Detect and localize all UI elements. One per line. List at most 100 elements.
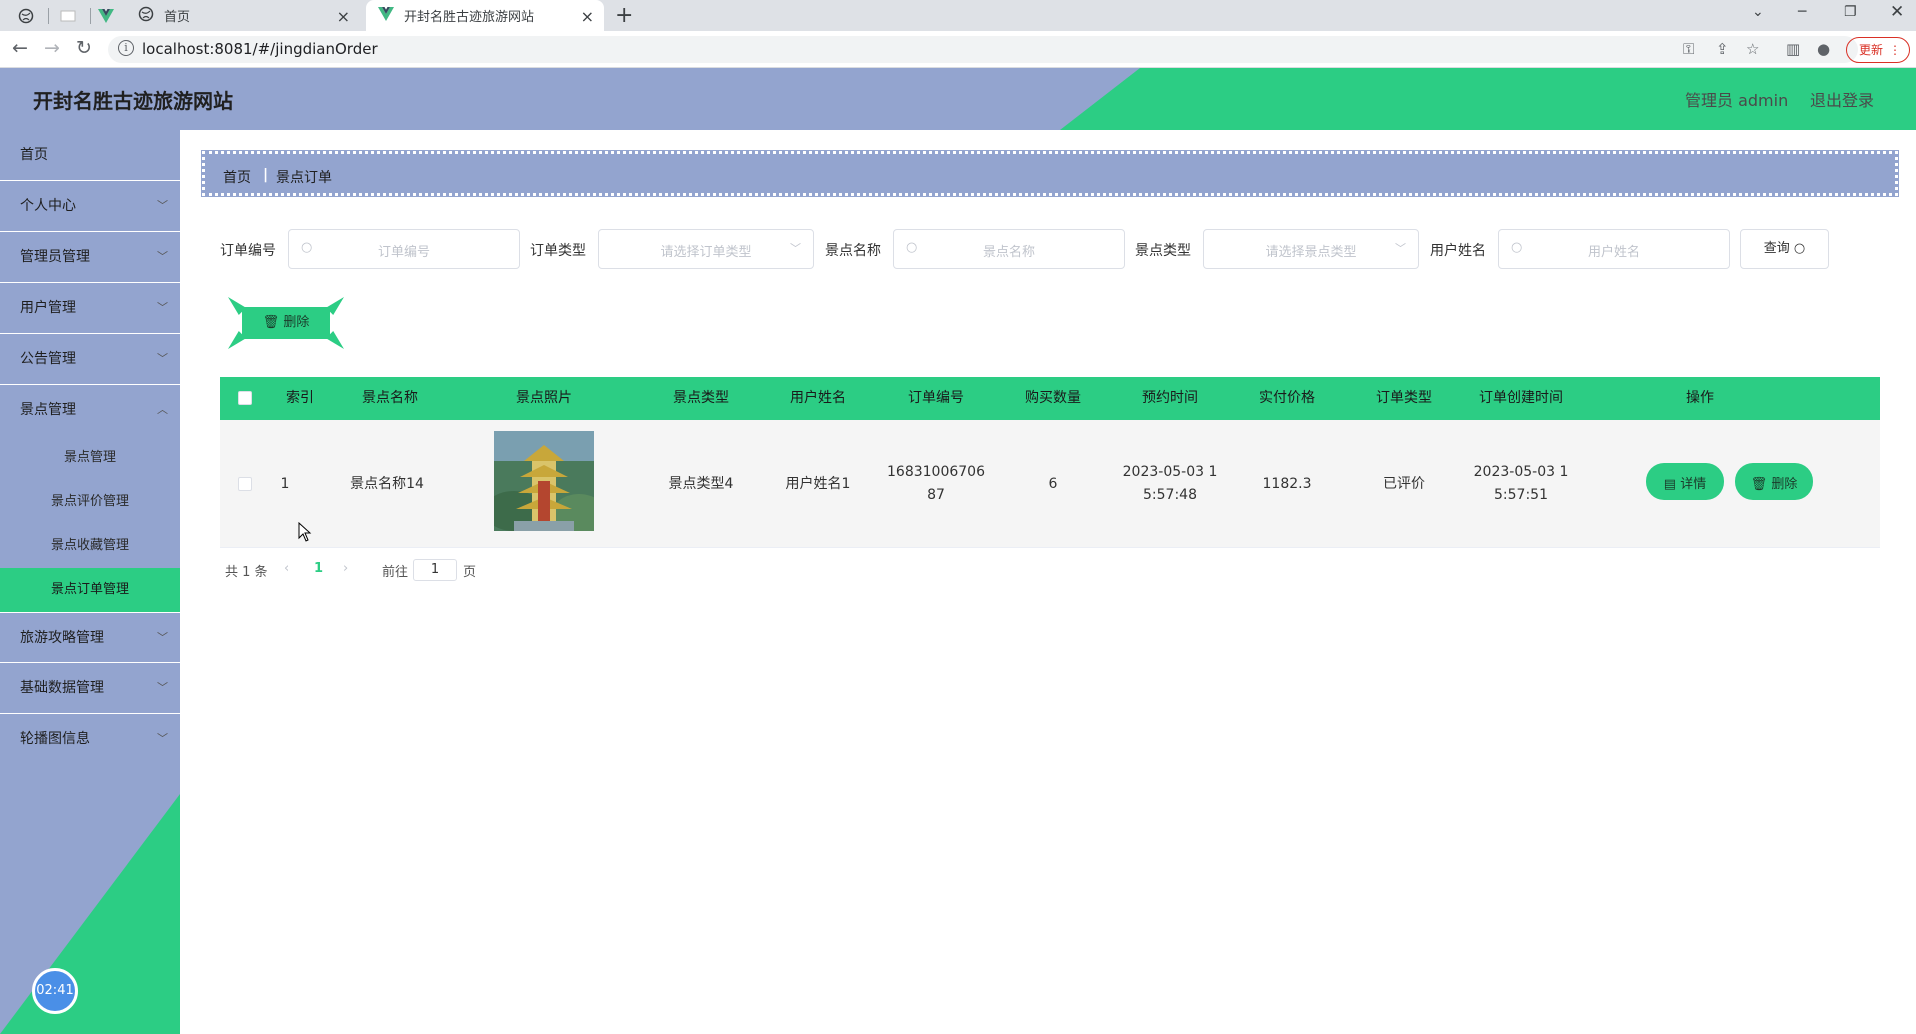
query-button[interactable]: 查询 ○ [1740,229,1829,269]
forward-icon[interactable]: → [44,37,60,59]
trash-icon: 🗑 [262,315,280,330]
spot-name-input[interactable]: ○ 景点名称 [893,229,1125,269]
globe-icon[interactable] [10,4,42,28]
chevron-down-icon: ﹀ [157,681,168,694]
info-icon[interactable]: i [118,40,134,56]
col-actions: 操作 [1686,390,1714,406]
window-close-icon[interactable]: ✕ [1890,2,1904,22]
chevron-down-icon: ﹀ [157,250,168,263]
site-title: 开封名胜古迹旅游网站 [33,89,233,113]
key-icon[interactable]: ⚿ [1683,40,1694,58]
table-header: 索引 景点名称 景点照片 景点类型 用户姓名 订单编号 购买数量 预约时间 实付… [220,377,1880,420]
reload-icon[interactable]: ↻ [76,37,92,59]
prev-page-icon[interactable]: ‹ [284,561,289,576]
vue-icon[interactable] [90,4,122,28]
select-all-checkbox[interactable] [238,391,252,405]
chevron-down-icon: ﹀ [790,242,801,255]
tab-search-icon[interactable]: ⌄ [1752,4,1764,20]
close-icon[interactable]: × [581,7,594,26]
minimize-icon[interactable]: ─ [1798,4,1806,20]
spot-photo [494,431,594,531]
more-icon: ⋮ [1889,43,1901,57]
detail-label: 详情 [1680,477,1707,492]
table-row: 1 景点名称14 景点类型4 用户姓名1 16831006706 87 6 20… [220,420,1880,548]
share-icon[interactable]: ⇪ [1716,40,1729,58]
tab-label: 开封名胜古迹旅游网站 [404,10,535,25]
pagination-goto-label: 前往 [382,565,409,580]
chevron-down-icon: ﹀ [157,352,168,365]
batch-delete-wrap: 🗑 删除 [228,297,344,349]
side-panel-icon[interactable]: ▥ [1786,40,1800,58]
new-tab-icon[interactable]: + [615,3,633,28]
sidebar-item-admins[interactable]: 管理员管理 ﹀ [0,232,180,283]
next-page-icon[interactable]: › [343,561,348,576]
order-type-placeholder: 请选择订单类型 [660,245,752,260]
chevron-down-icon: ﹀ [157,199,168,212]
sidebar-subitem-label: 景点管理 [63,450,116,465]
page-number-current[interactable]: 1 [314,561,323,576]
cell-price: 1182.3 [1262,476,1312,492]
sidebar-item-home[interactable]: 首页 [0,130,180,181]
tab-label: 首页 [164,10,191,25]
user-name-input[interactable]: ○ 用户姓名 [1498,229,1730,269]
col-index: 索引 [286,390,314,406]
col-spot-type: 景点类型 [673,390,729,406]
row-delete-button[interactable]: 🗑 删除 [1735,463,1813,500]
row-checkbox[interactable] [238,477,252,491]
profile-icon[interactable]: ● [1817,40,1830,58]
sidebar-subitem-label: 景点收藏管理 [50,538,129,553]
sidebar-item-notices[interactable]: 公告管理 ﹀ [0,334,180,385]
detail-button[interactable]: ▤ 详情 [1646,463,1724,500]
browser-address-bar: ← → ↻ i localhost:8081/#/jingdianOrder ⚿… [0,31,1916,68]
sidebar-item-basedata[interactable]: 基础数据管理 ﹀ [0,663,180,714]
sidebar-subitem-spot-manage[interactable]: 景点管理 [0,436,180,480]
chevron-down-icon: ﹀ [157,732,168,745]
sidebar-subitem-spot-review[interactable]: 景点评价管理 [0,480,180,524]
breadcrumb-separator: | [263,167,269,183]
tab-site[interactable]: 开封名胜古迹旅游网站 × [366,0,604,31]
page-icon[interactable] [52,4,84,28]
order-no-label: 订单编号 [220,243,276,259]
cell-created-line2: 5:57:51 [1494,487,1548,503]
tab-home[interactable]: 首页 × [130,0,360,31]
col-order-type: 订单类型 [1376,390,1432,406]
page-jump-input[interactable]: 1 [413,559,457,581]
pagination-total: 共 1 条 [225,565,268,580]
order-no-input[interactable]: ○ 订单编号 [288,229,520,269]
sidebar-item-spots[interactable]: 景点管理 ︿ [0,385,180,436]
star-icon[interactable]: ☆ [1746,40,1759,58]
sidebar-item-label: 公告管理 [20,351,76,367]
tab-separator [48,8,49,24]
cell-spot-type: 景点类型4 [668,476,734,492]
sidebar-item-users[interactable]: 用户管理 ﹀ [0,283,180,334]
col-reserve-time: 预约时间 [1142,390,1198,406]
batch-delete-button[interactable]: 🗑 删除 [242,307,330,339]
search-icon: ○ [1793,241,1806,256]
app-header: 开封名胜古迹旅游网站 管理员 admin 退出登录 [0,68,1916,130]
sidebar-item-guides[interactable]: 旅游攻略管理 ﹀ [0,612,180,663]
sidebar-item-carousel[interactable]: 轮播图信息 ﹀ [0,714,180,765]
sidebar-subitem-label: 景点评价管理 [50,494,129,509]
order-no-placeholder: 订单编号 [377,245,430,260]
chevron-down-icon: ﹀ [157,301,168,314]
restore-icon[interactable]: ❐ [1844,4,1857,20]
order-type-select[interactable]: 请选择订单类型 ﹀ [598,229,814,269]
spot-type-placeholder: 请选择景点类型 [1265,245,1357,260]
back-icon[interactable]: ← [12,37,28,59]
pagination-unit: 页 [463,565,477,580]
query-label: 查询 [1763,241,1790,256]
close-icon[interactable]: × [337,7,350,26]
sidebar-item-label: 个人中心 [20,198,76,214]
update-button[interactable]: 更新 ⋮ [1846,37,1910,63]
spot-type-select[interactable]: 请选择景点类型 ﹀ [1203,229,1419,269]
url-field[interactable]: i localhost:8081/#/jingdianOrder [108,36,1858,63]
sidebar-subitem-spot-favorite[interactable]: 景点收藏管理 [0,524,180,568]
col-created-time: 订单创建时间 [1479,390,1563,406]
logout-link[interactable]: 退出登录 [1810,87,1874,111]
sidebar-subitem-spot-order[interactable]: 景点订单管理 [0,568,180,612]
sidebar-item-personal[interactable]: 个人中心 ﹀ [0,181,180,232]
sidebar-item-label: 基础数据管理 [20,680,104,696]
cell-order-no: 16831006706 87 [876,461,996,507]
cell-user-name: 用户姓名1 [785,476,851,492]
breadcrumb-home[interactable]: 首页 [223,167,251,187]
